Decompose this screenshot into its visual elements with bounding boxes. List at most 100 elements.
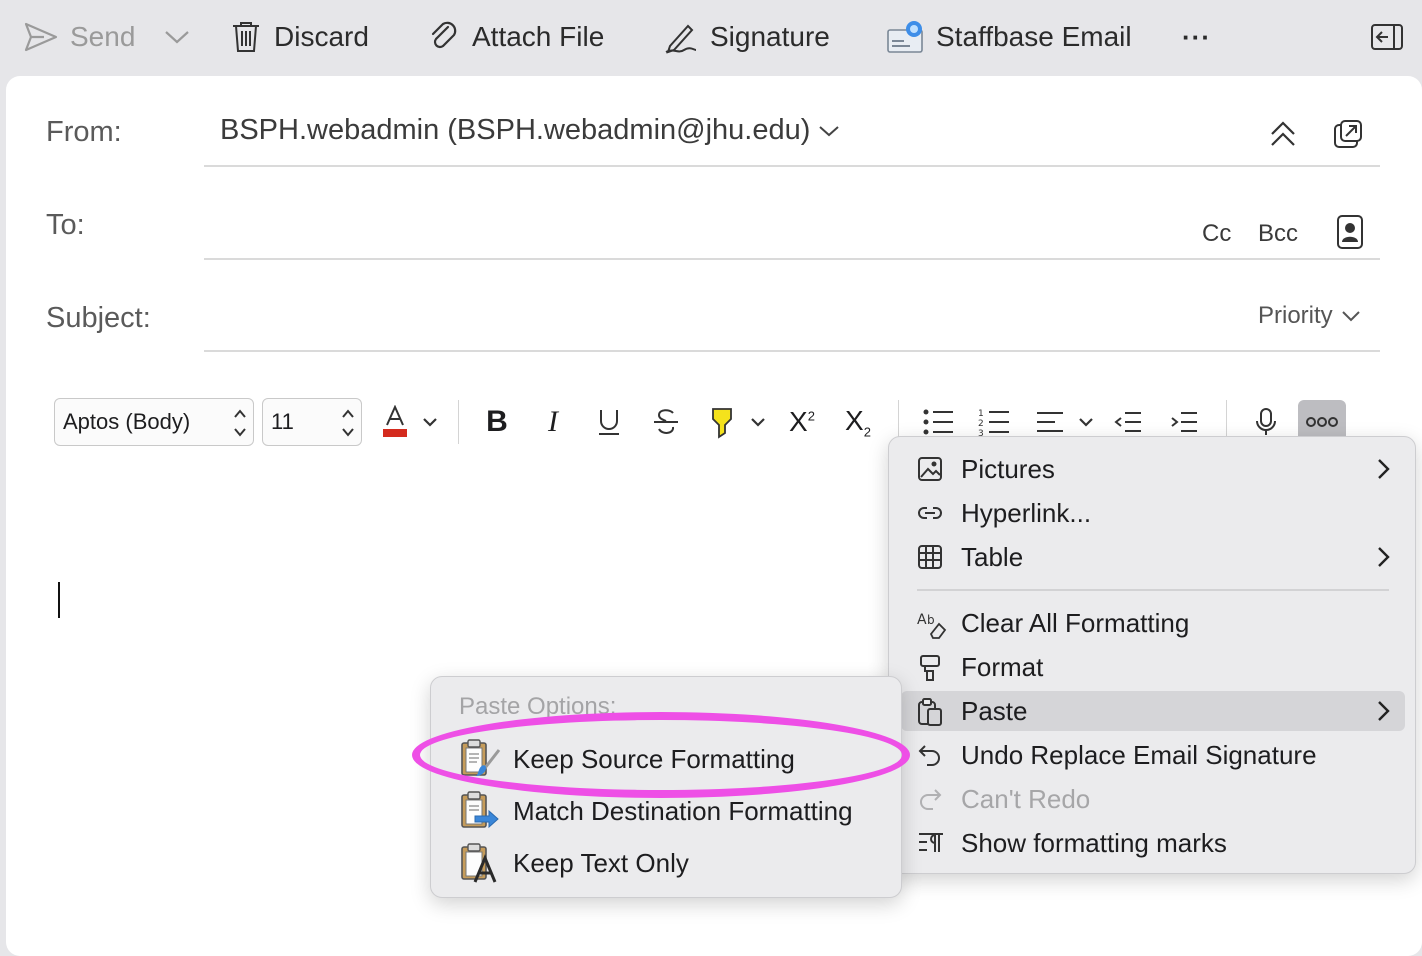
chevron-right-icon xyxy=(1377,546,1391,568)
bold-icon: B xyxy=(486,405,508,438)
discard-button[interactable]: Discard xyxy=(230,14,369,60)
font-size-select[interactable]: 11 xyxy=(262,398,362,446)
priority-dropdown[interactable]: Priority xyxy=(1258,302,1361,330)
menu-item-show-formatting-marks[interactable]: Show formatting marks xyxy=(901,823,1405,863)
superscript-icon: X2 xyxy=(789,406,815,437)
paste-options-header: Paste Options: xyxy=(459,693,617,720)
chevron-right-icon xyxy=(1377,700,1391,722)
signature-button[interactable]: Signature xyxy=(664,14,830,60)
highlight-dropdown[interactable] xyxy=(746,400,770,444)
signature-pen-icon xyxy=(664,20,698,54)
pop-in-sidebar-button[interactable] xyxy=(1370,14,1404,60)
from-label: From: xyxy=(46,116,122,148)
outdent-icon xyxy=(1113,410,1143,434)
cc-button[interactable]: Cc xyxy=(1202,220,1231,248)
menu-item-pictures[interactable]: Pictures xyxy=(901,449,1405,489)
send-icon xyxy=(24,22,58,52)
compose-toolbar: Send Discard Attach File Signature Staff… xyxy=(0,0,1422,76)
stepper-icon xyxy=(233,405,247,441)
menu-item-redo[interactable]: Can't Redo xyxy=(901,779,1405,819)
from-value: BSPH.webadmin (BSPH.webadmin@jhu.edu) xyxy=(220,114,811,146)
menu-item-table[interactable]: Table xyxy=(901,537,1405,577)
pop-out-icon xyxy=(1332,118,1364,150)
contact-card-icon xyxy=(1336,214,1364,250)
svg-text:A: A xyxy=(917,612,927,628)
double-chevron-up-icon xyxy=(1268,118,1298,148)
bullet-list-icon xyxy=(922,408,954,436)
strikethrough-button[interactable] xyxy=(648,400,684,444)
send-options-dropdown[interactable] xyxy=(164,14,190,60)
paperclip-icon xyxy=(428,21,460,53)
subject-label: Subject: xyxy=(46,302,151,334)
menu-item-paste[interactable]: Paste xyxy=(901,691,1405,731)
subject-input[interactable] xyxy=(204,280,1244,350)
font-color-button[interactable] xyxy=(378,400,412,444)
menu-item-hyperlink[interactable]: Hyperlink... xyxy=(901,493,1405,533)
font-family-select[interactable]: Aptos (Body) xyxy=(54,398,254,446)
keep-source-formatting-option[interactable]: Keep Source Formatting xyxy=(459,735,795,783)
more-formatting-menu: Pictures Hyperlink... Table Ab Clear All… xyxy=(888,436,1416,874)
send-button[interactable]: Send xyxy=(24,14,135,60)
italic-button[interactable]: I xyxy=(538,400,568,444)
trash-icon xyxy=(230,20,262,54)
staffbase-icon xyxy=(886,20,924,54)
highlight-button[interactable] xyxy=(704,400,740,444)
attach-file-button[interactable]: Attach File xyxy=(428,14,604,60)
table-icon xyxy=(917,544,943,570)
keep-source-formatting-icon xyxy=(459,738,501,780)
redo-icon xyxy=(917,786,943,812)
match-destination-formatting-option[interactable]: Match Destination Formatting xyxy=(459,787,853,835)
svg-text:1: 1 xyxy=(978,409,984,419)
menu-item-undo[interactable]: Undo Replace Email Signature xyxy=(901,735,1405,775)
from-account-selector[interactable]: BSPH.webadmin (BSPH.webadmin@jhu.edu) xyxy=(220,114,840,147)
divider xyxy=(204,350,1380,352)
format-painter-icon xyxy=(917,654,943,682)
picture-icon xyxy=(917,456,943,482)
chevron-right-icon xyxy=(1377,458,1391,480)
match-destination-formatting-icon xyxy=(459,790,501,832)
more-options-icon xyxy=(1305,416,1339,428)
menu-item-clear-all-formatting[interactable]: Ab Clear All Formatting xyxy=(901,603,1405,643)
collapse-header-button[interactable] xyxy=(1268,118,1298,148)
divider xyxy=(458,400,459,444)
address-book-button[interactable] xyxy=(1336,214,1364,250)
svg-text:b: b xyxy=(927,613,935,627)
keep-text-only-option[interactable]: Keep Text Only xyxy=(459,839,689,887)
underline-icon xyxy=(596,407,622,437)
chevron-down-icon xyxy=(750,417,766,427)
undo-icon xyxy=(917,742,943,768)
bcc-button[interactable]: Bcc xyxy=(1258,220,1298,248)
subscript-icon: X2 xyxy=(845,404,871,440)
to-label: To: xyxy=(46,209,85,241)
svg-text:2: 2 xyxy=(978,419,984,429)
underline-button[interactable] xyxy=(592,400,626,444)
strikethrough-icon xyxy=(652,407,680,437)
numbered-list-icon: 123 xyxy=(978,406,1010,438)
highlighter-icon xyxy=(707,405,737,439)
subscript-button[interactable]: X2 xyxy=(840,400,876,444)
menu-item-format[interactable]: Format xyxy=(901,647,1405,687)
staffbase-email-button[interactable]: Staffbase Email xyxy=(886,14,1132,60)
superscript-button[interactable]: X2 xyxy=(784,400,820,444)
keep-text-only-icon xyxy=(459,842,501,884)
divider xyxy=(204,258,1380,260)
link-icon xyxy=(917,500,943,526)
font-color-icon xyxy=(380,405,410,439)
font-color-dropdown[interactable] xyxy=(418,400,442,444)
indent-icon xyxy=(1169,410,1199,434)
italic-icon: I xyxy=(548,405,558,438)
chevron-down-icon xyxy=(1341,310,1361,322)
microphone-icon xyxy=(1255,407,1277,437)
clear-formatting-icon: Ab xyxy=(917,610,947,640)
stepper-icon xyxy=(341,405,355,441)
pop-out-button[interactable] xyxy=(1332,118,1364,150)
more-toolbar-button[interactable]: ··· xyxy=(1182,14,1211,60)
chevron-down-icon xyxy=(422,417,438,427)
to-input[interactable] xyxy=(204,186,1184,258)
chevron-down-icon xyxy=(164,29,190,45)
divider xyxy=(204,165,1380,167)
menu-separator xyxy=(917,589,1389,591)
text-cursor xyxy=(58,582,60,618)
bold-button[interactable]: B xyxy=(480,400,514,444)
sidebar-toggle-icon xyxy=(1370,23,1404,51)
